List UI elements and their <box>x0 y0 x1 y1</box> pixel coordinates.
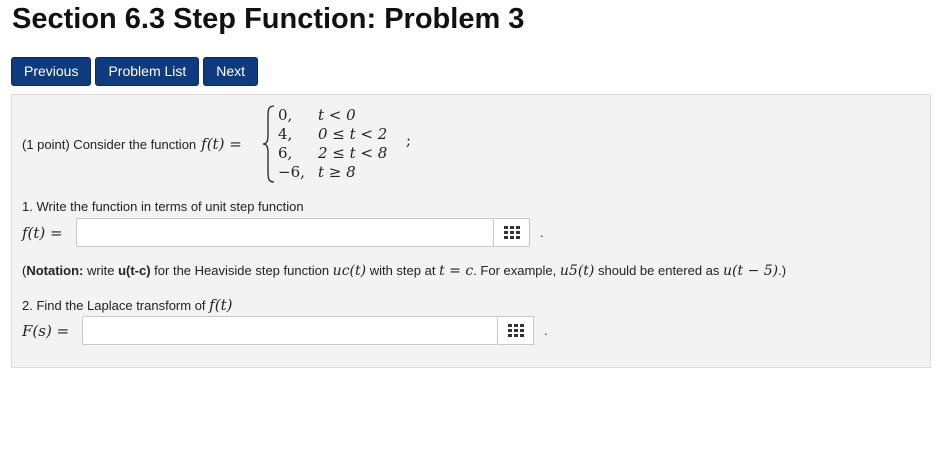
notation-text: with step at <box>366 263 440 278</box>
notation-text: should be entered as <box>594 263 724 278</box>
equation-editor-button-2[interactable] <box>498 316 534 345</box>
piecewise-row: −6, t ≥ 8 <box>278 163 356 181</box>
notation-bold: Notation: <box>26 263 84 278</box>
notation-math-example: u(t − 5) <box>723 263 779 279</box>
notation-text: for the Heaviside step function <box>150 263 333 278</box>
piecewise-value: 4, <box>278 125 293 143</box>
answer-2-input[interactable] <box>82 316 498 345</box>
notation-note: (Notation: write u(t-c) for the Heavisid… <box>22 263 786 279</box>
notation-text: write <box>83 263 119 278</box>
answer-row-2: F(s) = . <box>22 316 548 345</box>
piecewise-value: −6, <box>278 163 305 181</box>
answer-1-period: . <box>540 225 544 240</box>
piecewise-value: 0, <box>278 106 293 124</box>
question-2-label: 2. Find the Laplace transform of f(t) <box>22 296 232 314</box>
piecewise-value: 6, <box>278 144 293 162</box>
problem-panel: (1 point) Consider the function f(t) = 0… <box>11 94 931 368</box>
answer-row-1: f(t) = . <box>22 218 544 247</box>
problem-list-button[interactable]: Problem List <box>95 57 200 86</box>
piecewise-condition: 0 ≤ t < 2 <box>318 125 388 143</box>
function-label: f(t) = <box>201 135 242 153</box>
piecewise-terminator: ; <box>406 131 412 149</box>
problem-intro: (1 point) Consider the function f(t) = <box>22 135 242 153</box>
piecewise-row: 0, t < 0 <box>278 106 356 124</box>
piecewise-condition: t < 0 <box>318 106 356 124</box>
page-title: Section 6.3 Step Function: Problem 3 <box>12 3 525 35</box>
notation-close: .) <box>778 263 787 278</box>
previous-button[interactable]: Previous <box>11 57 92 86</box>
answer-2-period: . <box>544 323 548 338</box>
question-2-math: f(t) <box>209 296 233 314</box>
grid-icon <box>507 323 524 337</box>
answer-1-input[interactable] <box>76 218 494 247</box>
piecewise-row: 4, 0 ≤ t < 2; <box>278 125 411 149</box>
equation-editor-button-1[interactable] <box>494 218 530 247</box>
question-2-text: 2. Find the Laplace transform of <box>22 298 206 313</box>
piecewise-condition: t ≥ 8 <box>318 163 356 181</box>
question-1-label: 1. Write the function in terms of unit s… <box>22 199 304 214</box>
answer-1-label: f(t) = <box>22 223 63 242</box>
notation-text: . For example, <box>473 263 560 278</box>
problem-navigation: Previous Problem List Next <box>11 57 259 86</box>
next-button[interactable]: Next <box>203 57 259 86</box>
notation-math-uc: uc(t) <box>332 263 367 279</box>
notation-math-tc: t = c <box>439 263 474 279</box>
answer-2-label: F(s) = <box>22 321 70 340</box>
piecewise-definition: 0, t < 0 4, 0 ≤ t < 2; 6, 2 ≤ t < 8 −6, t ≥ … <box>262 104 422 184</box>
piecewise-row: 6, 2 ≤ t < 8 <box>278 144 387 162</box>
grid-icon <box>503 225 520 239</box>
points-text: (1 point) Consider the function <box>22 136 197 152</box>
notation-math-u5: u5(t) <box>559 263 595 279</box>
piecewise-condition: 2 ≤ t < 8 <box>318 144 388 162</box>
left-brace-icon <box>262 105 275 183</box>
notation-code: u(t-c) <box>118 263 151 278</box>
